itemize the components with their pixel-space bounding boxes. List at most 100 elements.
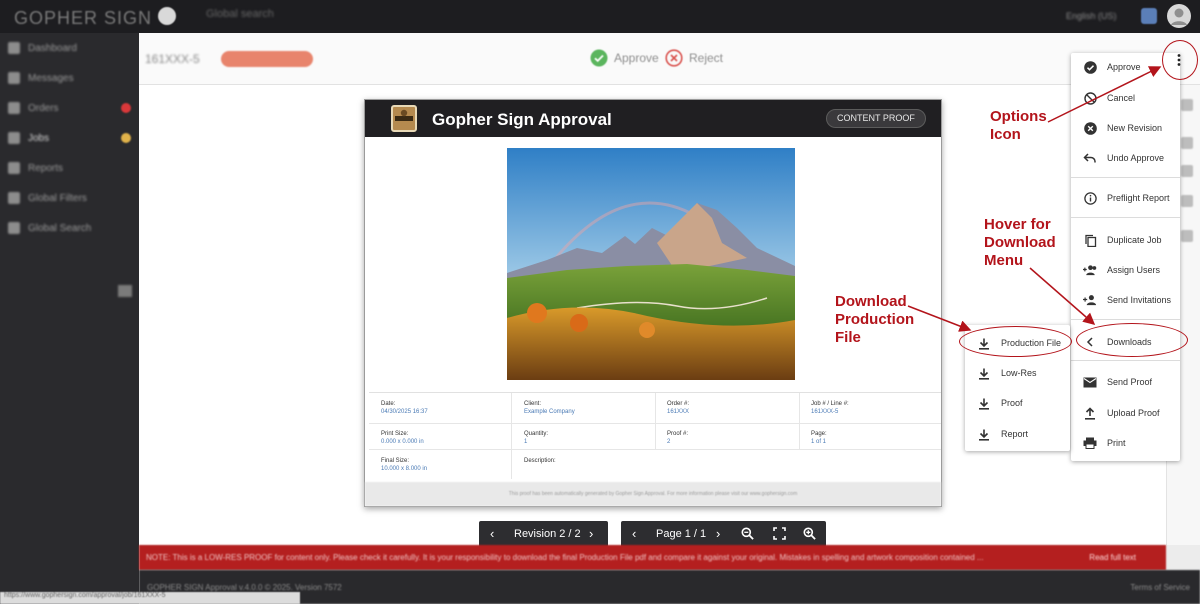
menu-item-label: Proof [1001, 398, 1023, 408]
zoom-out-button[interactable] [741, 527, 754, 543]
app-logo[interactable]: GOPHER SIGN [14, 8, 152, 29]
menu-item-preflight-report[interactable]: Preflight Report [1071, 187, 1180, 209]
status-badge [221, 51, 313, 67]
download-icon [977, 396, 991, 410]
menu-item-label: Send Proof [1107, 377, 1153, 387]
fit-screen-button[interactable] [773, 527, 786, 543]
previous-page-button[interactable]: ‹ [632, 526, 636, 541]
menu-item-send-invitations[interactable]: Send Invitations [1071, 289, 1180, 311]
final-size-field: Final Size: 10.000 x 8.000 in [381, 457, 427, 473]
menu-item-label: Undo Approve [1107, 153, 1165, 163]
next-page-button[interactable]: › [716, 526, 720, 541]
proof-footer: This proof has been automatically genera… [365, 482, 941, 506]
order-value: 161XXX [667, 409, 690, 415]
menu-item-assign-users[interactable]: Assign Users [1071, 259, 1180, 281]
dashboard-icon [8, 42, 20, 54]
toolbar-icon[interactable] [1181, 195, 1193, 207]
date-value: 04/30/2025 16:37 [381, 409, 428, 415]
quantity-value: 1 [524, 439, 528, 445]
toolbar-icon[interactable] [1181, 230, 1193, 242]
menu-item-label: Duplicate Job [1107, 235, 1162, 245]
menu-item-cancel[interactable]: Cancel [1071, 87, 1180, 109]
sidebar-item-global-search[interactable]: Global Search [8, 219, 91, 237]
options-icon-highlight [1162, 40, 1198, 80]
next-revision-button[interactable]: › [589, 526, 593, 541]
proof-title: Gopher Sign Approval [432, 110, 612, 129]
job-header: 161XXX-5 Approve Reject [139, 33, 1200, 85]
reject-button[interactable]: Reject [665, 49, 723, 67]
annotation-line: Hover for [984, 216, 1051, 233]
sidebar-item-messages[interactable]: Messages [8, 69, 74, 87]
toolbar-icon[interactable] [1181, 99, 1193, 111]
gopher-sign-logo [391, 105, 417, 132]
downloads-highlight [1076, 323, 1188, 357]
toolbar-icon[interactable] [1181, 165, 1193, 177]
undo-icon [1083, 151, 1097, 165]
annotation-line: Menu [984, 252, 1024, 269]
menu-item-send-proof[interactable]: Send Proof [1071, 371, 1180, 393]
reject-label: Reject [689, 51, 724, 65]
zoom-in-icon [803, 527, 816, 540]
revision-label: Revision 2 / 2 [514, 528, 581, 540]
sidebar: Dashboard Messages Orders Jobs Reports G… [0, 33, 139, 604]
sidebar-item-label: Global Filters [28, 192, 87, 204]
print-size-label: Print Size: [381, 431, 409, 437]
global-search-input[interactable]: Global search [206, 8, 274, 20]
menu-item-label: New Revision [1107, 123, 1163, 133]
menu-item-label: Low-Res [1001, 368, 1037, 378]
menu-item-undo-approve[interactable]: Undo Approve [1071, 147, 1180, 169]
terms-link[interactable]: Terms of Service [1130, 583, 1190, 592]
zoom-in-button[interactable] [803, 527, 816, 543]
menu-item-upload-proof[interactable]: Upload Proof [1071, 402, 1180, 424]
footer-version: GOPHER SIGN Approval v.4.0.0 © 2025. Ver… [147, 583, 342, 592]
notifications-icon[interactable] [158, 7, 176, 25]
zoom-out-icon [741, 527, 754, 540]
order-field: Order #: 161XXX [667, 400, 689, 416]
upload-icon [1083, 406, 1097, 420]
cancel-icon [1083, 91, 1097, 105]
menu-item-duplicate-job[interactable]: Duplicate Job [1071, 229, 1180, 251]
sidebar-item-reports[interactable]: Reports [8, 159, 63, 177]
fullscreen-icon [773, 527, 786, 540]
annotation-line: Icon [990, 126, 1021, 143]
sidebar-item-global-filters[interactable]: Global Filters [8, 189, 87, 207]
sidebar-item-orders[interactable]: Orders [8, 99, 59, 117]
menu-item-print[interactable]: Print [1071, 432, 1180, 454]
print-size-field: Print Size: 0.000 x 0.000 in [381, 430, 424, 446]
menu-item-label: Assign Users [1107, 265, 1161, 275]
group-add-icon [1083, 263, 1097, 277]
reports-icon [8, 162, 20, 174]
toolbar-icon[interactable] [1181, 137, 1193, 149]
info-icon [1083, 191, 1097, 205]
job-label: Job # / Line #: [811, 401, 849, 407]
page-value: 1 of 1 [811, 439, 827, 445]
sidebar-item-dashboard[interactable]: Dashboard [8, 39, 77, 57]
download-icon [977, 366, 991, 380]
download-proof[interactable]: Proof [965, 392, 1070, 414]
filter-icon [8, 192, 20, 204]
date-field: Date: 04/30/2025 16:37 [381, 400, 428, 416]
order-label: Order #: [667, 401, 690, 407]
options-icon-annotation: Options Icon [990, 108, 1047, 144]
sidebar-collapse-button[interactable] [118, 285, 132, 297]
browser-status-bar: https://www.gophersign.com/approval/job/… [0, 592, 300, 604]
menu-item-new-revision[interactable]: New Revision [1071, 117, 1180, 139]
read-full-text-link[interactable]: Read full text [1089, 545, 1136, 570]
proof-artwork-image [507, 148, 795, 380]
print-size-value: 0.000 x 0.000 in [381, 439, 424, 445]
previous-revision-button[interactable]: ‹ [490, 526, 494, 541]
download-low-res[interactable]: Low-Res [965, 362, 1070, 384]
proof-info-table: Date: 04/30/2025 16:37 Client: Example Com… [369, 392, 941, 479]
approve-button[interactable]: Approve [590, 49, 659, 67]
quantity-field: Quantity: 1 [524, 430, 548, 446]
production-file-highlight [959, 326, 1072, 357]
messages-icon[interactable] [1141, 8, 1157, 24]
avatar[interactable] [1167, 4, 1191, 28]
person-add-icon [1083, 293, 1097, 307]
hover-download-annotation: Hover for Download Menu [984, 216, 1056, 270]
sidebar-item-jobs[interactable]: Jobs [8, 129, 49, 147]
download-report[interactable]: Report [965, 423, 1070, 445]
check-circle-icon [590, 49, 608, 67]
cancel-icon [665, 49, 683, 67]
language-selector[interactable]: English (US) [1066, 11, 1117, 21]
